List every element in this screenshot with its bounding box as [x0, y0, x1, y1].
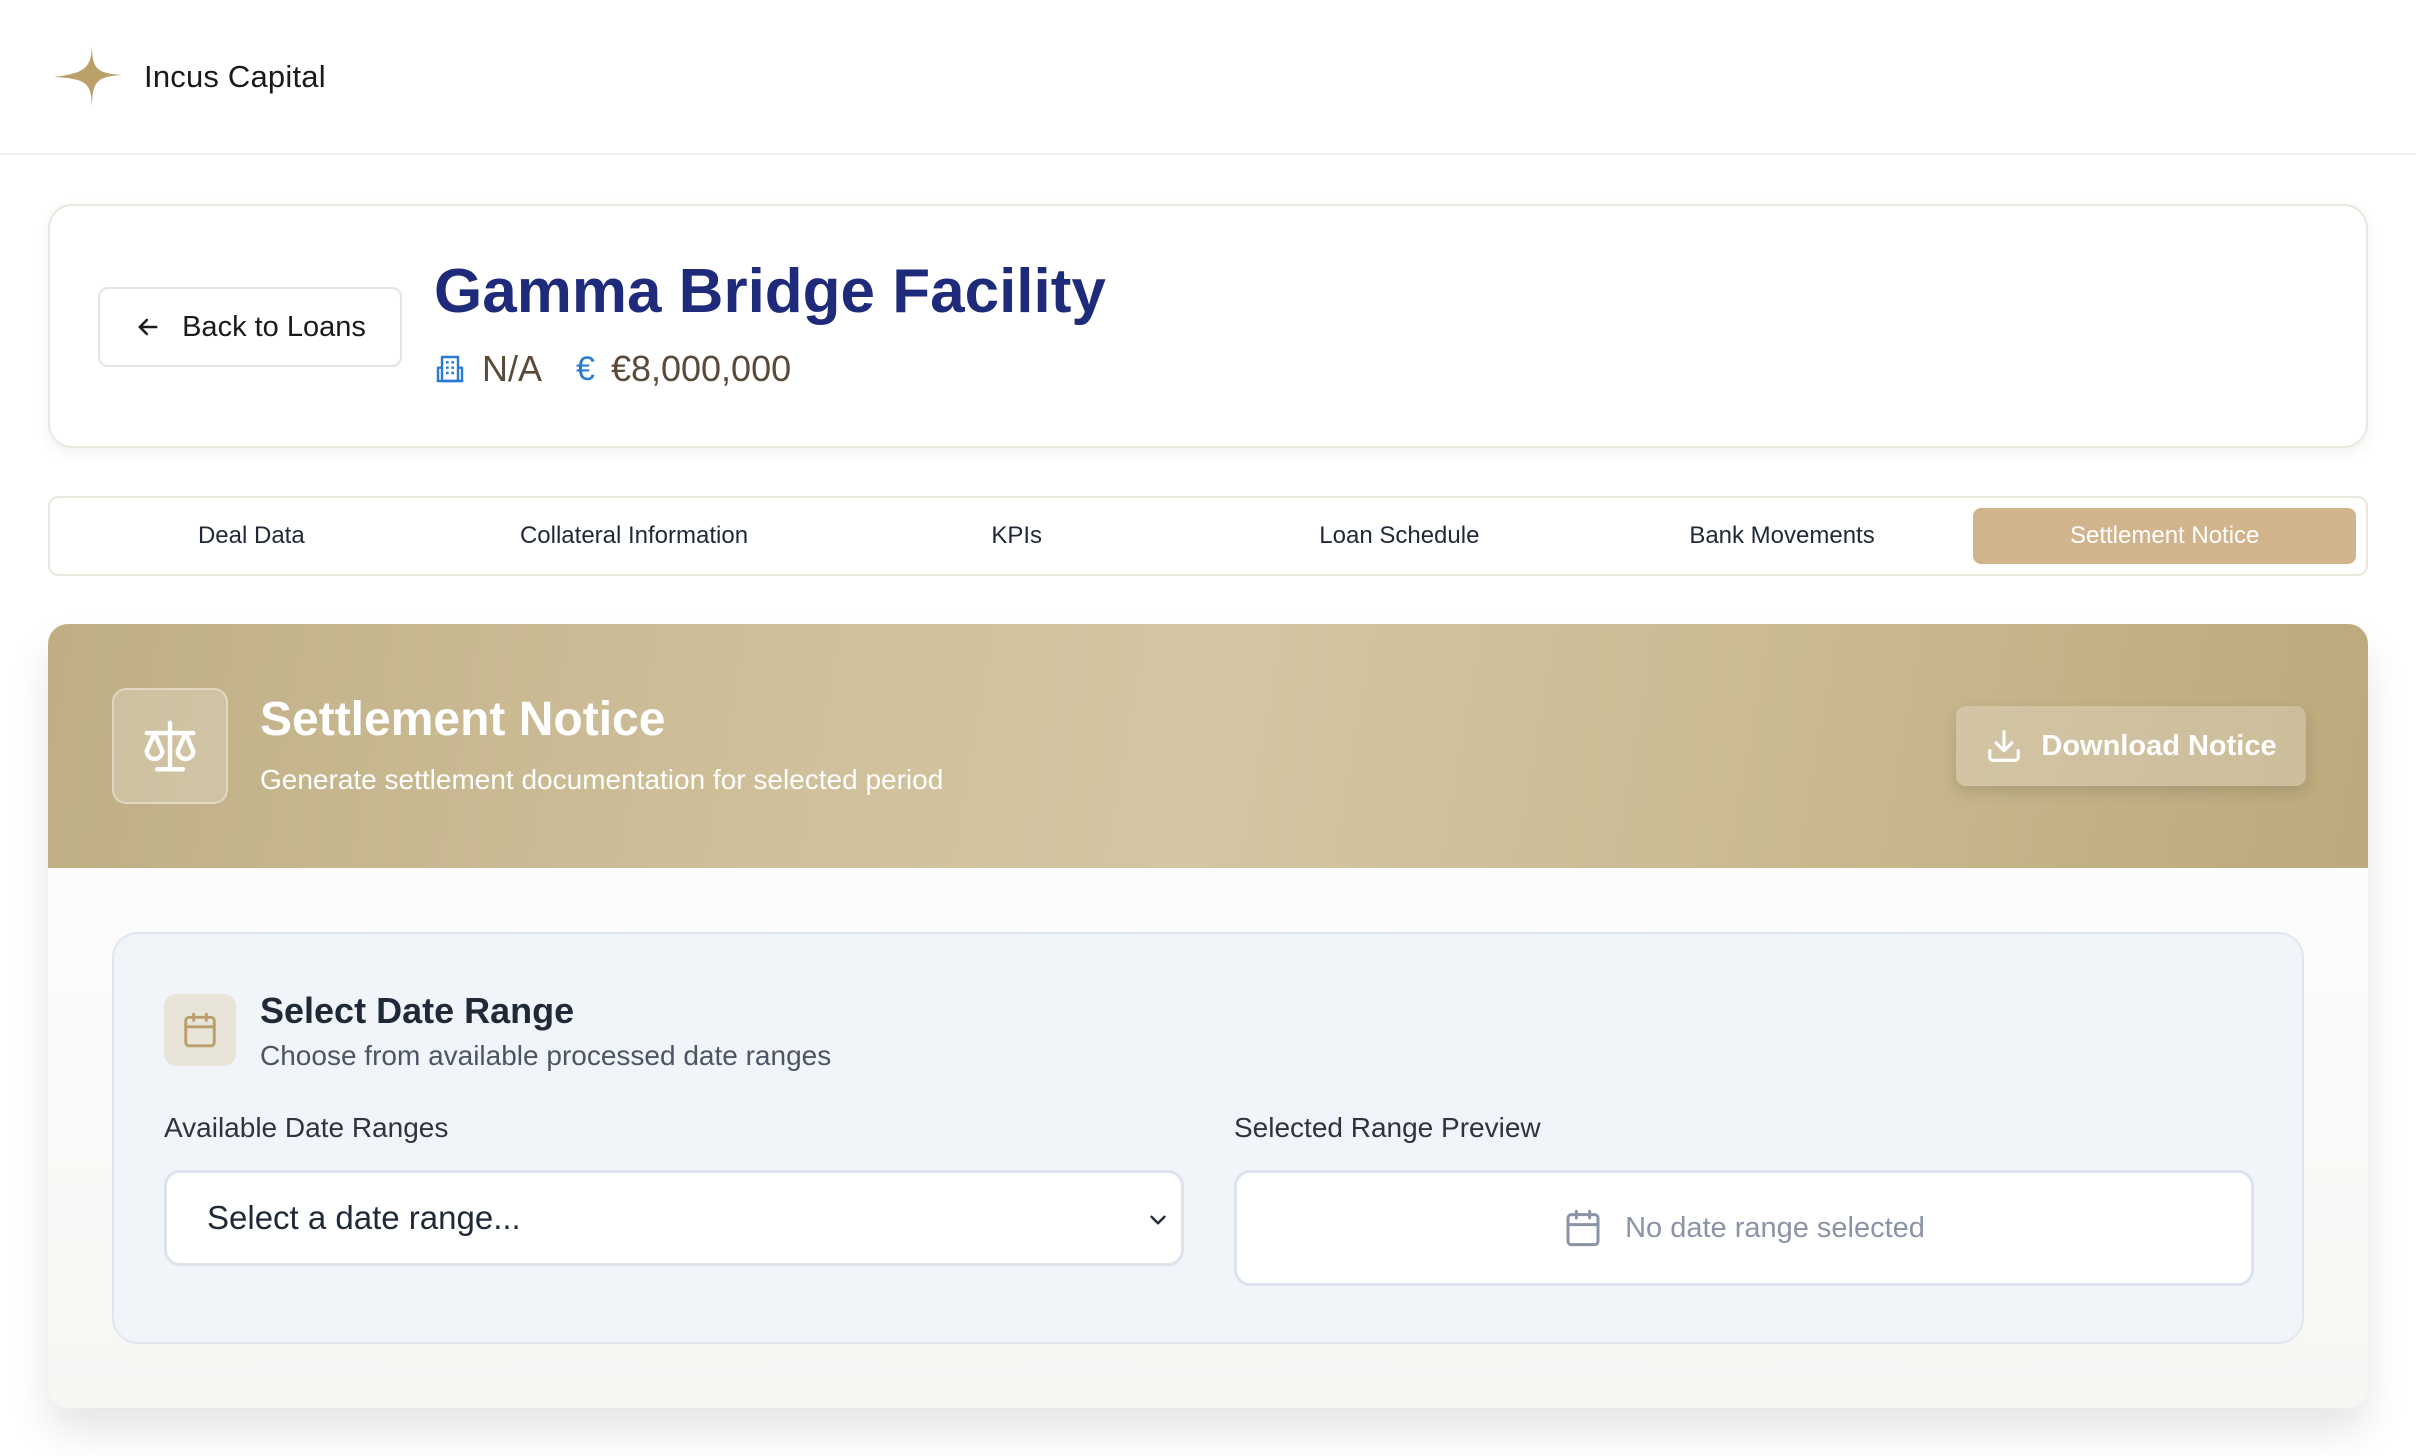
date-range-section: Select Date Range Choose from available … — [112, 932, 2304, 1344]
scale-icon — [144, 720, 196, 772]
tab-kpis[interactable]: KPIs — [825, 508, 1208, 564]
amount-info: € €8,000,000 — [576, 348, 791, 390]
range-preview-label: Selected Range Preview — [1234, 1112, 1541, 1143]
borrower-info: N/A — [434, 348, 542, 390]
tab-bank-movements[interactable]: Bank Movements — [1591, 508, 1974, 564]
chevron-down-icon — [1150, 1215, 1166, 1225]
date-range-subtitle: Choose from available processed date ran… — [260, 1040, 832, 1071]
facility-amount: €8,000,000 — [610, 348, 792, 389]
settlement-header: Settlement Notice Generate settlement do… — [48, 624, 2368, 868]
settlement-subtitle: Generate settlement documentation for se… — [260, 764, 944, 795]
date-range-select[interactable]: Select a date range... — [164, 1170, 1184, 1266]
calendar-icon — [1566, 1209, 1600, 1247]
tab-deal-data[interactable]: Deal Data — [60, 508, 443, 564]
download-icon — [1988, 730, 2021, 762]
sparkle-logo-icon — [54, 42, 122, 111]
range-preview-empty-text: No date range selected — [1625, 1211, 1925, 1244]
loan-header-card: Back to Loans Gamma Bridge Facility N/A … — [48, 204, 2368, 448]
loan-tabs: Deal Data Collateral Information KPIs Lo… — [48, 496, 2368, 576]
page-title: Gamma Bridge Facility — [434, 257, 1106, 326]
settlement-panel: Settlement Notice Generate settlement do… — [48, 624, 2368, 1408]
back-to-loans-label: Back to Loans — [182, 310, 366, 343]
download-notice-label: Download Notice — [2041, 729, 2277, 762]
calendar-icon — [184, 1012, 216, 1048]
euro-icon: € — [576, 349, 595, 388]
range-preview-box: No date range selected — [1234, 1170, 2254, 1286]
available-ranges-label: Available Date Ranges — [164, 1112, 449, 1143]
tab-loan-schedule[interactable]: Loan Schedule — [1208, 508, 1591, 564]
date-range-title: Select Date Range — [260, 990, 575, 1031]
date-range-select-value: Select a date range... — [207, 1199, 521, 1236]
scale-icon-badge — [112, 688, 228, 804]
borrower-value: N/A — [482, 348, 543, 389]
brand-name: Incus Capital — [144, 58, 326, 94]
arrow-left-icon — [138, 318, 158, 336]
download-notice-button[interactable]: Download Notice — [1956, 706, 2306, 786]
tab-collateral-information[interactable]: Collateral Information — [443, 508, 826, 564]
building-icon — [436, 355, 464, 383]
top-bar: Incus Capital — [0, 0, 2416, 155]
settlement-title: Settlement Notice — [260, 693, 666, 746]
calendar-badge — [164, 994, 236, 1066]
deal-meta: N/A € €8,000,000 — [434, 348, 825, 390]
tab-settlement-notice[interactable]: Settlement Notice — [1973, 508, 2357, 564]
back-to-loans-button[interactable]: Back to Loans — [98, 287, 402, 367]
